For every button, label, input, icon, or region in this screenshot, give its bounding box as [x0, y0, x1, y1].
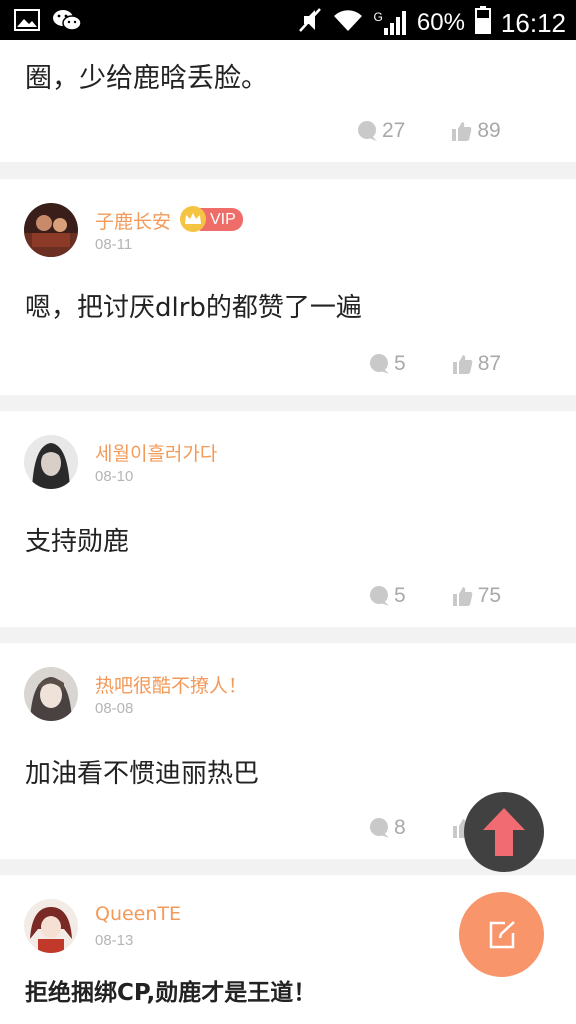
like-button[interactable]: 75	[452, 584, 501, 608]
post-date: 08-08	[95, 700, 134, 717]
post-actions: 5 75	[368, 581, 501, 611]
avatar[interactable]	[24, 435, 78, 489]
avatar[interactable]	[24, 203, 78, 257]
scroll-to-top-button[interactable]	[464, 792, 544, 872]
comment-bubble-icon	[370, 818, 389, 838]
post-text: 支持勋鹿	[25, 527, 130, 557]
comment-button[interactable]: 8	[368, 816, 406, 840]
thumbs-up-icon	[452, 587, 473, 606]
gallery-icon	[14, 9, 40, 35]
clock: 16:12	[500, 7, 566, 38]
post-date: 08-10	[95, 468, 134, 485]
username[interactable]: 热吧很酷不撩人！	[95, 671, 247, 698]
comment-bubble-icon	[370, 586, 389, 606]
vip-badge: VIP	[180, 206, 243, 232]
thumbs-up-icon	[452, 122, 472, 141]
post-card[interactable]: 子鹿长安 VIP 08-11 嗯，把讨厌dlrb的都赞了一遍 5 87	[0, 179, 576, 395]
edit-icon	[489, 920, 515, 948]
avatar[interactable]	[24, 667, 78, 721]
status-bar: G 60% 16:12	[0, 0, 576, 40]
post-text: 拒绝捆绑CP,勋鹿才是王道！	[25, 980, 317, 1006]
crown-icon	[180, 206, 206, 232]
comment-bubble-icon	[370, 354, 389, 374]
post-card[interactable]: 圈，少给鹿晗丢脸。 27 89	[0, 40, 576, 162]
avatar[interactable]	[24, 899, 78, 953]
mute-icon	[298, 7, 322, 39]
post-actions: 27 89	[356, 116, 501, 146]
battery-percent: 60%	[416, 9, 465, 36]
username[interactable]: 세월이흘러가다	[95, 439, 217, 466]
post-date: 08-11	[95, 236, 133, 253]
wifi-icon	[332, 7, 364, 39]
like-button[interactable]: 87	[452, 352, 501, 376]
wechat-icon	[52, 8, 82, 36]
comment-button[interactable]: 27	[356, 119, 405, 143]
post-text: 圈，少给鹿晗丢脸。	[25, 63, 268, 94]
post-date: 08-13	[95, 932, 134, 949]
post-actions: 5 87	[368, 349, 501, 379]
post-text: 加油看不惯迪丽热巴	[25, 759, 260, 789]
comment-bubble-icon	[358, 121, 377, 141]
cellular-signal-icon: G	[374, 10, 407, 36]
username[interactable]: 子鹿长安	[95, 207, 171, 234]
post-text: 嗯，把讨厌dlrb的都赞了一遍	[25, 293, 362, 323]
like-button[interactable]: 89	[451, 119, 501, 143]
arrow-up-icon	[483, 808, 525, 856]
username[interactable]: QueenTE	[95, 903, 181, 925]
comment-button[interactable]: 5	[368, 352, 406, 376]
post-card[interactable]: 세월이흘러가다 08-10 支持勋鹿 5 75	[0, 411, 576, 627]
post-actions: 8	[368, 813, 478, 843]
battery-icon	[474, 6, 491, 40]
comment-button[interactable]: 5	[368, 584, 406, 608]
compose-button[interactable]	[459, 892, 544, 977]
thumbs-up-icon	[452, 355, 473, 374]
